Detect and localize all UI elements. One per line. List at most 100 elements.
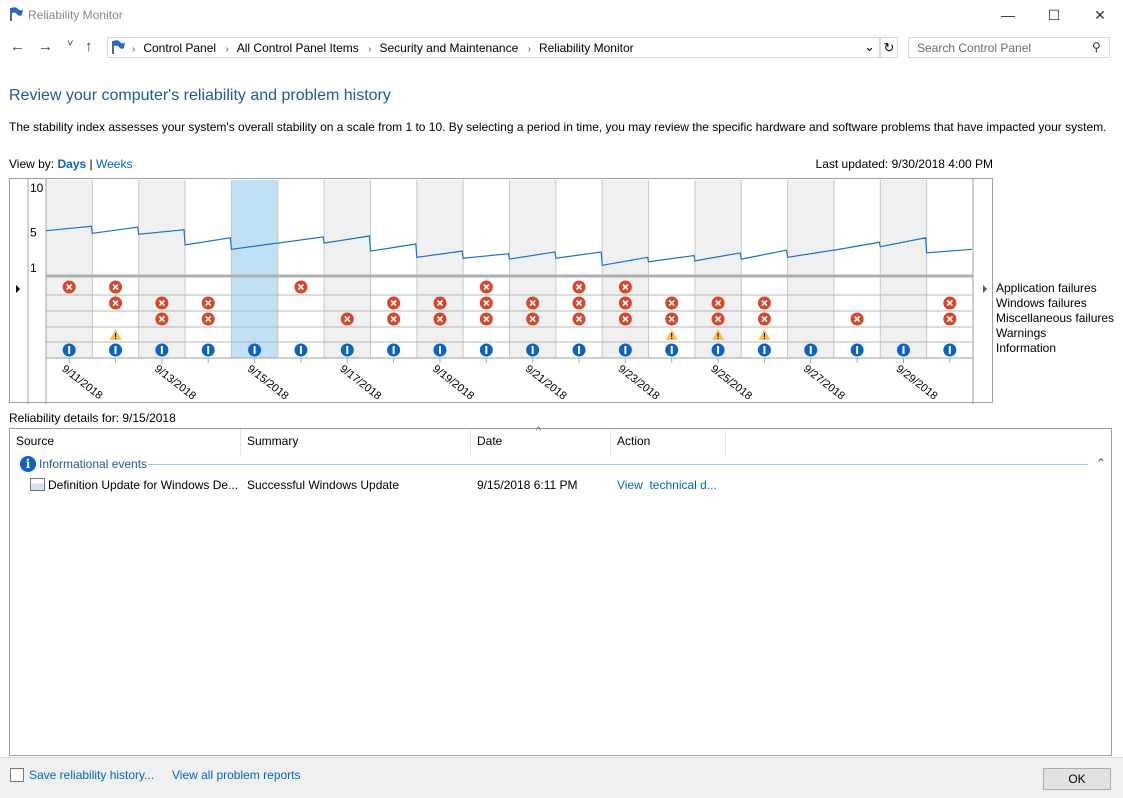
flag-icon	[10, 7, 23, 21]
minimize-button[interactable]: —	[985, 0, 1031, 30]
warning-exclamation: !	[114, 332, 117, 341]
breadcrumb-control-panel[interactable]: Control Panel	[143, 41, 216, 55]
x-tick-label: 9/11/2018	[59, 363, 104, 402]
group-title: Informational events	[39, 457, 148, 471]
view-days-link[interactable]: Days	[57, 157, 86, 171]
search-icon[interactable]: ⚲	[1092, 40, 1101, 54]
day-column-9-21-2018[interactable]	[509, 180, 556, 358]
search-placeholder: Search Control Panel	[917, 41, 1032, 55]
forward-button[interactable]: →	[38, 38, 53, 55]
address-dropdown-button[interactable]: ⌄	[864, 39, 875, 55]
info-i-mark	[717, 346, 720, 354]
info-i-mark	[207, 346, 210, 354]
info-i-mark	[438, 346, 441, 354]
chevron-right-icon: ›	[527, 44, 531, 55]
day-column-9-17-2018[interactable]	[324, 180, 371, 358]
stability-chart-svg[interactable]: 10 5 1!!! ! 9/11/2018 9/13/2018 9/15/2018 9/17/…	[10, 179, 994, 404]
legend-information: Information	[996, 341, 1057, 355]
breadcrumb-all-items[interactable]: All Control Panel Items	[237, 41, 359, 55]
warning-exclamation: !	[763, 332, 766, 341]
info-i-mark	[670, 346, 673, 354]
scroll-right-icon[interactable]	[983, 285, 987, 293]
legend-warnings: Warnings	[996, 326, 1047, 340]
day-column-9-18-2018[interactable]	[370, 180, 417, 358]
up-button[interactable]: ↑	[85, 38, 93, 55]
column-source[interactable]: Source	[10, 429, 241, 455]
x-tick-label: 9/25/2018	[708, 363, 754, 403]
info-i-mark	[578, 346, 581, 354]
view-by-label: View by:	[9, 157, 55, 171]
day-column-9-13-2018[interactable]	[138, 180, 186, 358]
maximize-button[interactable]: ☐	[1031, 0, 1077, 30]
view-weeks-link[interactable]: Weeks	[96, 157, 132, 171]
x-tick-label: 9/17/2018	[337, 363, 383, 403]
column-summary[interactable]: Summary	[241, 429, 471, 455]
info-i-mark	[809, 346, 812, 354]
info-i-mark	[485, 346, 488, 354]
page-description: The stability index assesses your system…	[9, 120, 1107, 134]
reliability-chart[interactable]: 10 5 1!!!! 9/11/2018 9/13/2018 9/15/2018 9/17/…	[9, 178, 994, 404]
close-button[interactable]: ✕	[1077, 0, 1123, 30]
info-i-mark	[856, 346, 859, 354]
recent-locations-button[interactable]: ˅	[67, 38, 73, 50]
refresh-button[interactable]: ↻	[880, 37, 898, 58]
ok-button[interactable]: OK	[1043, 768, 1111, 790]
row-source: Definition Update for Windows De...	[48, 478, 239, 492]
table-row[interactable]: Definition Update for Windows De... Succ…	[10, 475, 1110, 495]
day-column-9-22-2018[interactable]	[555, 180, 603, 358]
breadcrumb-reliability[interactable]: Reliability Monitor	[539, 41, 634, 55]
info-i-mark	[299, 346, 302, 354]
info-i-mark	[531, 346, 534, 354]
group-divider	[148, 464, 1088, 465]
address-bar[interactable]: › Control Panel › All Control Panel Items …	[107, 37, 880, 58]
info-i-mark	[902, 346, 905, 354]
day-column-9-19-2018[interactable]	[416, 180, 464, 358]
row-date: 9/15/2018 6:11 PM	[477, 478, 578, 492]
y-tick-label: 5	[30, 225, 37, 239]
x-tick-label: 9/19/2018	[430, 363, 476, 403]
info-i-mark	[68, 346, 71, 354]
x-tick-label: 9/21/2018	[523, 363, 569, 403]
day-column-9-11-2018[interactable]	[46, 180, 93, 358]
sort-ascending-icon: ^	[536, 425, 542, 437]
save-history-link[interactable]: Save reliability history...	[29, 768, 154, 782]
info-i-mark	[160, 346, 163, 354]
x-tick-label: 9/23/2018	[616, 363, 662, 403]
day-column-9-29-2018[interactable]	[880, 180, 927, 358]
y-tick-label: 1	[30, 261, 37, 275]
day-column-9-30-2018[interactable]	[926, 180, 973, 358]
footer: Save reliability history... View all pro…	[0, 757, 1123, 798]
scroll-left-icon[interactable]	[16, 285, 20, 293]
day-column-9-14-2018[interactable]	[185, 180, 232, 358]
info-i-mark	[624, 346, 627, 354]
last-updated: Last updated: 9/30/2018 4:00 PM	[815, 157, 993, 171]
view-all-reports-link[interactable]: View all problem reports	[172, 768, 301, 782]
view-technical-details-link[interactable]: View technical d...	[617, 478, 717, 492]
update-document-icon	[30, 478, 45, 491]
column-action[interactable]: Action	[611, 429, 726, 455]
y-tick-label: 10	[30, 181, 44, 195]
title-bar: Reliability Monitor — ☐ ✕	[0, 0, 1123, 30]
legend-misc-failures: Miscellaneous failures	[996, 311, 1115, 325]
breadcrumb-security[interactable]: Security and Maintenance	[380, 41, 519, 55]
info-i-mark	[346, 346, 349, 354]
group-informational-events[interactable]: i Informational events ⌃	[18, 456, 1106, 474]
info-i-mark	[392, 346, 395, 354]
back-button[interactable]: ←	[10, 38, 25, 55]
x-tick-label: 9/13/2018	[152, 363, 198, 403]
breadcrumb: › Control Panel › All Control Panel Items …	[132, 41, 640, 55]
legend-application-failures: Application failures	[996, 281, 1097, 295]
info-i-mark	[948, 346, 951, 354]
collapse-icon[interactable]: ⌃	[1096, 456, 1106, 470]
day-column-9-27-2018[interactable]	[787, 180, 834, 358]
day-column-9-16-2018[interactable]	[277, 180, 325, 358]
info-i-mark	[114, 346, 117, 354]
day-column-9-20-2018[interactable]	[463, 180, 510, 358]
row-summary: Successful Windows Update	[247, 478, 400, 492]
search-input[interactable]: Search Control Panel ⚲	[908, 37, 1110, 58]
day-column-9-28-2018[interactable]	[833, 180, 881, 358]
details-label: Reliability details for: 9/15/2018	[9, 411, 176, 425]
x-tick-label: 9/29/2018	[894, 363, 940, 403]
day-column-9-23-2018[interactable]	[602, 180, 649, 358]
day-column-9-15-2018[interactable]	[231, 180, 278, 358]
